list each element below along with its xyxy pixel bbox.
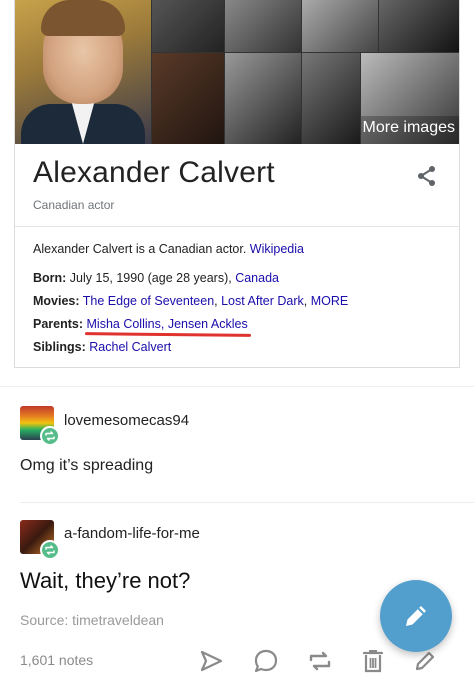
main-photo[interactable]	[15, 0, 151, 144]
sibling-link[interactable]: Rachel Calvert	[89, 340, 171, 354]
reblog-comment: Omg it’s spreading	[20, 457, 154, 474]
post-divider	[0, 386, 474, 387]
entity-name: Alexander Calvert	[33, 156, 275, 189]
thumbnail-photo[interactable]	[225, 53, 301, 144]
knowledge-panel: More images Alexander Calvert Canadian a…	[14, 0, 460, 368]
fact-label: Siblings:	[33, 340, 86, 354]
movie-link[interactable]: Lost After Dark	[221, 294, 304, 308]
fact-label: Parents:	[33, 317, 84, 331]
description-text: Alexander Calvert is a Canadian actor.	[33, 242, 250, 256]
share-icon[interactable]	[415, 164, 439, 188]
parent-separator: ,	[160, 317, 168, 331]
red-underline-annotation	[84, 332, 252, 337]
wikipedia-link[interactable]: Wikipedia	[250, 242, 304, 256]
reply-bubble-icon[interactable]	[253, 648, 279, 673]
reblog-comment: Wait, they’re not?	[20, 568, 191, 593]
born-place-link[interactable]: Canada	[235, 271, 279, 285]
notes-count[interactable]: 1,601 notes	[20, 652, 93, 668]
fact-parents: Parents: Misha Collins, Jensen Ackles	[33, 317, 248, 331]
photo-hair	[41, 0, 125, 36]
reblogger-username[interactable]: lovemesomecas94	[64, 412, 189, 429]
more-images-tile[interactable]: More images	[361, 53, 459, 144]
born-date: July 15, 1990 (age 28 years),	[66, 271, 236, 285]
more-movies-link[interactable]: MORE	[311, 294, 349, 308]
more-images-label[interactable]: More images	[363, 119, 455, 137]
reblog-badge-icon	[40, 540, 60, 560]
parent-link[interactable]: Jensen Ackles	[168, 317, 248, 331]
parent-link[interactable]: Misha Collins	[87, 317, 161, 331]
pencil-icon	[406, 606, 426, 626]
fact-born: Born: July 15, 1990 (age 28 years), Cana…	[33, 271, 279, 285]
fact-siblings: Siblings: Rachel Calvert	[33, 340, 171, 354]
trash-icon[interactable]	[360, 648, 386, 673]
fact-movies: Movies: The Edge of Seventeen, Lost Afte…	[33, 294, 349, 308]
fact-label: Born:	[33, 271, 67, 285]
thumbnail-photo[interactable]	[152, 0, 224, 52]
fact-label: Movies:	[33, 294, 80, 308]
reblog-icon[interactable]	[307, 648, 333, 673]
reblog-arrows-icon	[45, 545, 55, 555]
source-link[interactable]: Source: timetraveldean	[20, 612, 164, 628]
thumbnail-photo[interactable]	[302, 0, 378, 52]
entity-description: Alexander Calvert is a Canadian actor. W…	[33, 242, 304, 256]
photo-grid[interactable]: More images	[15, 0, 459, 144]
reblog-badge-icon	[40, 426, 60, 446]
movie-link[interactable]: The Edge of Seventeen	[83, 294, 214, 308]
panel-divider	[15, 226, 459, 227]
thumbnail-photo[interactable]	[152, 53, 224, 144]
reblog-divider	[20, 502, 474, 503]
thumbnail-photo[interactable]	[302, 53, 360, 144]
compose-button[interactable]	[380, 580, 452, 652]
thumbnail-photo[interactable]	[379, 0, 459, 52]
reblogger-username[interactable]: a-fandom-life-for-me	[64, 525, 200, 542]
reblog-arrows-icon	[45, 431, 55, 441]
share-send-icon[interactable]	[198, 648, 224, 673]
entity-subtitle: Canadian actor	[33, 198, 115, 212]
thumbnail-photo[interactable]	[225, 0, 301, 52]
